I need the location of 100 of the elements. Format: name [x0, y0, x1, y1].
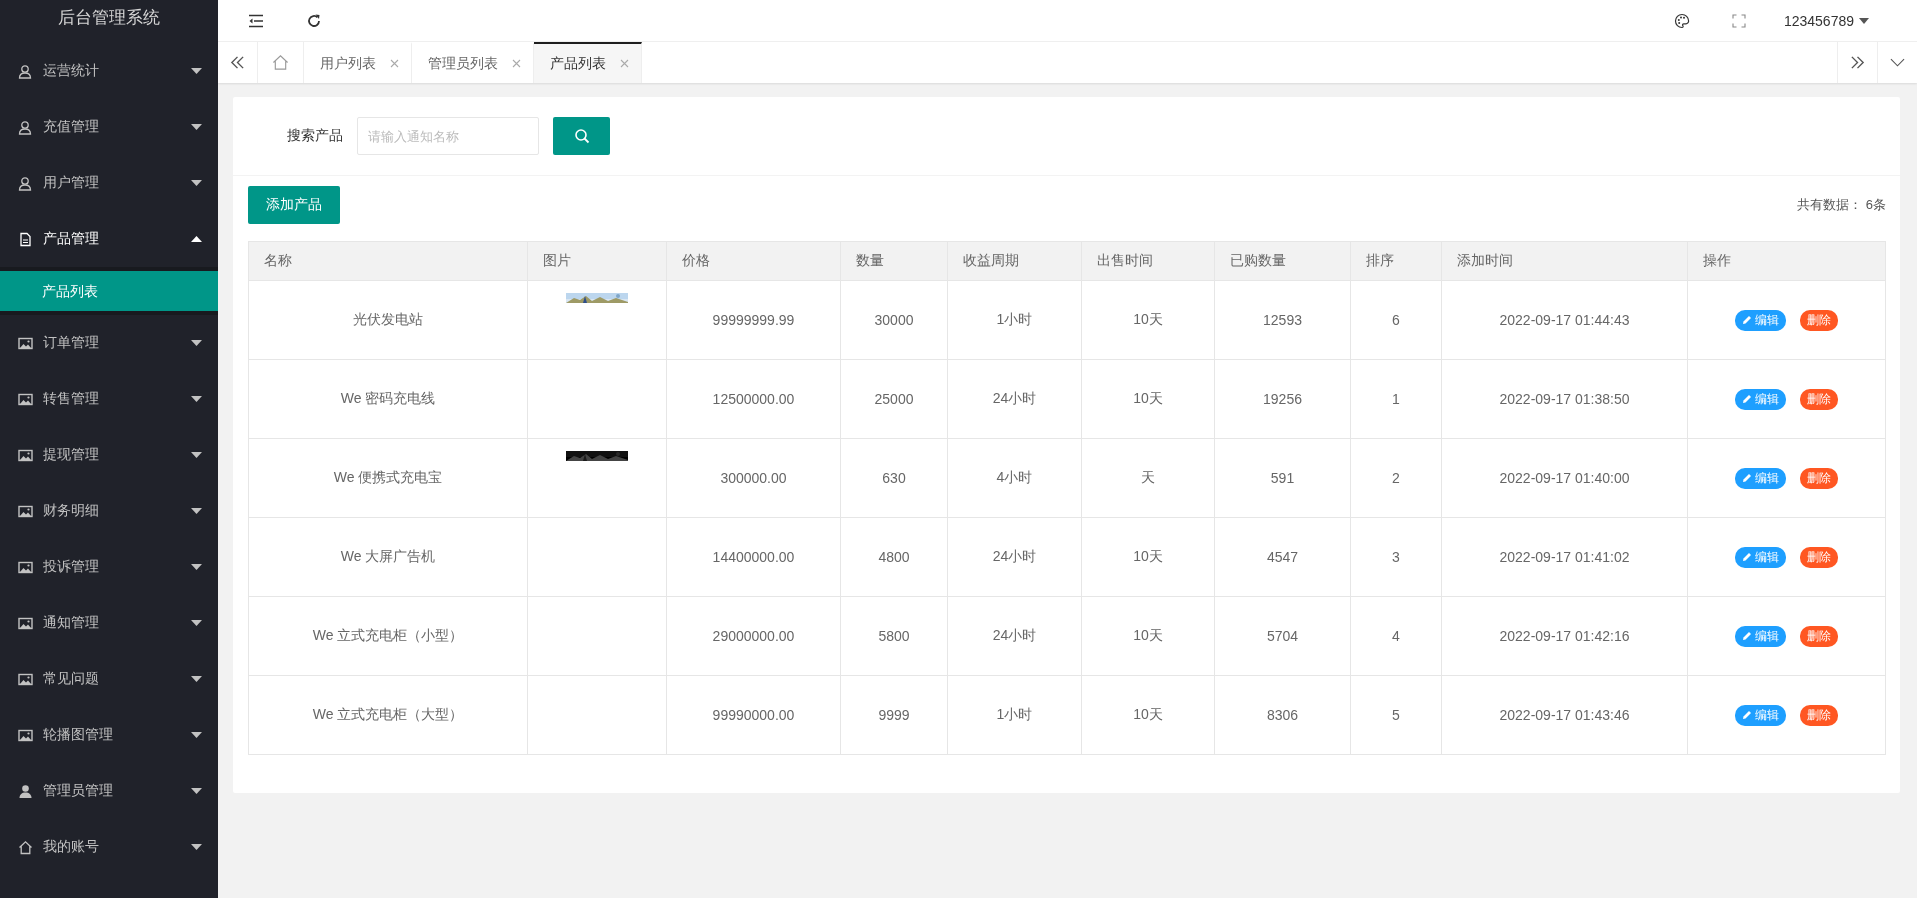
user-icon [18, 175, 33, 191]
user-icon [18, 119, 33, 135]
image-icon [18, 335, 33, 351]
table-cell: 29000000.00 [666, 596, 841, 676]
nav-subitem[interactable]: 产品列表 [0, 271, 218, 311]
pencil-icon [1742, 552, 1752, 562]
image-icon [18, 391, 33, 407]
caret-down-icon [191, 452, 202, 458]
table-cell: 4800 [840, 517, 948, 597]
search-button[interactable] [553, 117, 610, 155]
column-header: 排序 [1350, 241, 1442, 281]
home-icon [18, 839, 33, 855]
caret-down-icon [191, 732, 202, 738]
record-count: 共有数据： 6条 [1797, 196, 1886, 214]
nav-item[interactable]: 产品管理 [0, 211, 218, 267]
column-header: 出售时间 [1081, 241, 1215, 281]
table-cell: 4小时 [947, 438, 1082, 518]
table-cell: 19256 [1214, 359, 1351, 439]
table-cell: 99990000.00 [666, 675, 841, 755]
table-cell: 1 [1350, 359, 1442, 439]
table-cell: 99999999.99 [666, 280, 841, 360]
nav-item[interactable]: 管理员管理 [0, 763, 218, 819]
tab[interactable]: 用户列表 [304, 42, 412, 83]
caret-down-icon [191, 788, 202, 794]
table-cell: 12593 [1214, 280, 1351, 360]
table-cell: 3 [1350, 517, 1442, 597]
caret-down-icon [191, 124, 202, 130]
column-header: 添加时间 [1441, 241, 1688, 281]
table-cell: 10天 [1081, 596, 1215, 676]
nav-item[interactable]: 常见问题 [0, 651, 218, 707]
person-icon [18, 783, 33, 799]
caret-down-icon [191, 844, 202, 850]
document-icon [18, 231, 33, 247]
nav-item[interactable]: 投诉管理 [0, 539, 218, 595]
table-cell: 2 [1350, 438, 1442, 518]
caret-down-icon [191, 564, 202, 570]
user-menu[interactable]: 123456789 [1783, 12, 1869, 29]
caret-down-icon [1859, 17, 1869, 24]
table-cell: 10天 [1081, 675, 1215, 755]
add-button[interactable]: 添加产品 [248, 186, 340, 224]
nav-item[interactable]: 运营统计 [0, 43, 218, 99]
table-cell: 24小时 [947, 517, 1082, 597]
table-cell: 6 [1350, 280, 1442, 360]
table-cell: 10天 [1081, 517, 1215, 597]
column-header: 价格 [666, 241, 841, 281]
nav-item[interactable]: 通知管理 [0, 595, 218, 651]
caret-down-icon [191, 340, 202, 346]
table-cell: 10天 [1081, 280, 1215, 360]
column-header: 数量 [840, 241, 948, 281]
palette-icon[interactable] [1673, 12, 1690, 29]
app-title: 后台管理系统 [57, 7, 161, 29]
table-cell: 5704 [1214, 596, 1351, 676]
pencil-icon [1742, 473, 1752, 483]
table-cell: 1小时 [947, 280, 1082, 360]
column-header: 名称 [248, 241, 528, 281]
image-icon [18, 671, 33, 687]
nav-item[interactable]: 充值管理 [0, 99, 218, 155]
nav-item[interactable]: 用户管理 [0, 155, 218, 211]
close-icon[interactable] [620, 59, 629, 68]
column-header: 图片 [527, 241, 667, 281]
table-cell: 2022-09-17 01:40:00 [1441, 438, 1688, 518]
caret-down-icon [191, 676, 202, 682]
menu-fold-icon[interactable] [248, 13, 264, 28]
table-cell: 14400000.00 [666, 517, 841, 597]
close-icon[interactable] [390, 59, 399, 68]
search-field[interactable]: 请输入通知名称 [357, 117, 539, 155]
table-cell: We 立式充电柜（大型） [248, 675, 528, 755]
caret-down-icon [191, 396, 202, 402]
table-cell: 591 [1214, 438, 1351, 518]
refresh-icon[interactable] [306, 12, 322, 29]
nav-item[interactable]: 订单管理 [0, 315, 218, 371]
nav-item[interactable]: 轮播图管理 [0, 707, 218, 763]
pencil-icon [1742, 710, 1752, 720]
column-header: 已购数量 [1214, 241, 1351, 281]
table-cell: We 大屏广告机 [248, 517, 528, 597]
image-icon [18, 559, 33, 575]
close-icon[interactable] [512, 59, 521, 68]
image-icon [18, 615, 33, 631]
table-cell: 10天 [1081, 359, 1215, 439]
table-cell: 30000 [840, 280, 948, 360]
nav-item[interactable]: 提现管理 [0, 427, 218, 483]
table-cell: We 密码充电线 [248, 359, 528, 439]
image-icon [18, 727, 33, 743]
pencil-icon [1742, 394, 1752, 404]
caret-down-icon [191, 508, 202, 514]
tab[interactable]: 产品列表 [534, 42, 642, 83]
fullscreen-icon[interactable] [1731, 13, 1746, 28]
column-header: 收益周期 [947, 241, 1082, 281]
table-cell: 300000.00 [666, 438, 841, 518]
table-cell: 2022-09-17 01:43:46 [1441, 675, 1688, 755]
nav-item[interactable]: 我的账号 [0, 819, 218, 875]
nav-item[interactable]: 财务明细 [0, 483, 218, 539]
table-cell: 天 [1081, 438, 1215, 518]
table-cell: 4 [1350, 596, 1442, 676]
table-cell: 24小时 [947, 359, 1082, 439]
table-cell: 24小时 [947, 596, 1082, 676]
image-icon [18, 503, 33, 519]
table-cell: 2022-09-17 01:41:02 [1441, 517, 1688, 597]
nav-item[interactable]: 转售管理 [0, 371, 218, 427]
search-label: 搜索产品 [287, 127, 344, 145]
